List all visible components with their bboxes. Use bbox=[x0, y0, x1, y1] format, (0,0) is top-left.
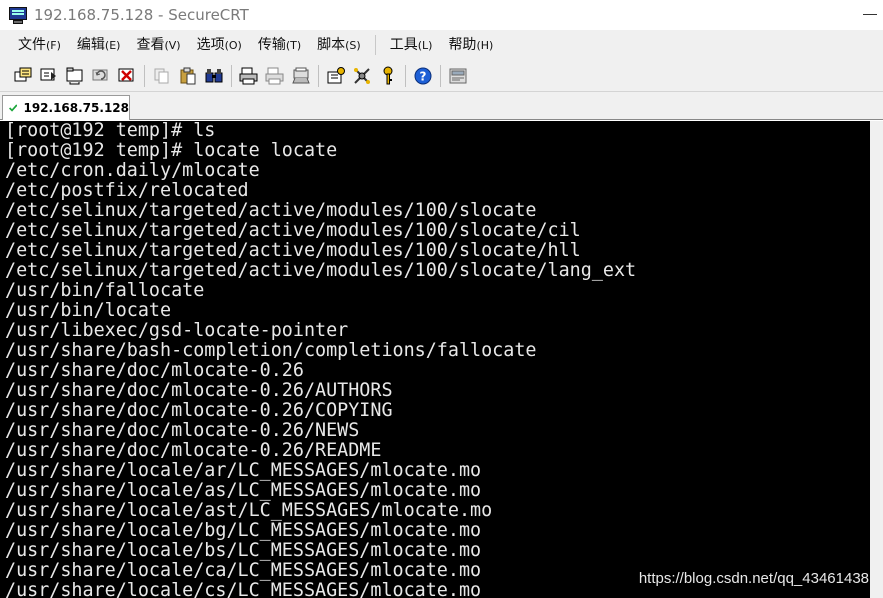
copy-icon[interactable] bbox=[150, 64, 174, 88]
menu-edit[interactable]: 编辑(E) bbox=[69, 33, 129, 57]
watermark: https://blog.csdn.net/qq_43461438 bbox=[638, 570, 869, 587]
terminal-line: /etc/selinux/targeted/active/modules/100… bbox=[5, 260, 637, 281]
terminal-output[interactable]: [root@192 temp]# ls [root@192 temp]# loca… bbox=[0, 121, 870, 598]
disconnect-icon[interactable] bbox=[115, 64, 139, 88]
terminal-line: /etc/selinux/targeted/active/modules/100… bbox=[5, 200, 537, 221]
terminal-line: /etc/cron.daily/mlocate bbox=[5, 160, 260, 181]
terminal-scrollbar[interactable] bbox=[870, 121, 883, 598]
session-tab-label: 192.168.75.128 bbox=[23, 101, 129, 115]
menu-file[interactable]: 文件(F) bbox=[10, 33, 69, 57]
toolbar-separator bbox=[144, 64, 145, 87]
toolbar-separator bbox=[405, 64, 406, 87]
terminal-line: /usr/share/doc/mlocate-0.26/README bbox=[5, 440, 382, 461]
help-icon[interactable]: ? bbox=[411, 64, 435, 88]
reconnect-icon[interactable] bbox=[89, 64, 113, 88]
terminal-line: [root@192 temp]# locate locate bbox=[5, 140, 338, 161]
window-title: 192.168.75.128 - SecureCRT bbox=[34, 6, 249, 24]
find-icon[interactable] bbox=[202, 64, 226, 88]
toolbar-separator bbox=[440, 64, 441, 87]
svg-text:?: ? bbox=[420, 69, 427, 83]
menu-view[interactable]: 查看(V) bbox=[128, 33, 188, 57]
sftp-icon[interactable] bbox=[446, 64, 470, 88]
print-icon[interactable] bbox=[237, 64, 261, 88]
check-icon bbox=[9, 104, 18, 112]
menu-help[interactable]: 帮助(H) bbox=[440, 33, 501, 57]
menu-tools[interactable]: 工具(L) bbox=[382, 33, 441, 57]
terminal-line: /usr/bin/locate bbox=[5, 300, 172, 321]
terminal-line: /usr/share/bash-completion/completions/f… bbox=[5, 340, 537, 361]
terminal-line: /etc/postfix/relocated bbox=[5, 180, 249, 201]
global-options-icon[interactable] bbox=[350, 64, 374, 88]
menu-options[interactable]: 选项(O) bbox=[189, 33, 250, 57]
toolbar-separator bbox=[318, 64, 319, 87]
terminal-line: /etc/selinux/targeted/active/modules/100… bbox=[5, 240, 581, 261]
paste-icon[interactable] bbox=[176, 64, 200, 88]
session-options-icon[interactable] bbox=[324, 64, 348, 88]
keymap-icon[interactable] bbox=[376, 64, 400, 88]
minimize-button[interactable] bbox=[863, 8, 877, 22]
terminal-line: /usr/share/locale/bg/LC_MESSAGES/mlocate… bbox=[5, 520, 482, 541]
terminal-line: /usr/bin/fallocate bbox=[5, 280, 205, 301]
connect-tab-icon[interactable] bbox=[63, 64, 87, 88]
terminal-line: /usr/share/doc/mlocate-0.26/AUTHORS bbox=[5, 380, 393, 401]
terminal-line: /usr/share/locale/ar/LC_MESSAGES/mlocate… bbox=[5, 460, 482, 481]
toolbar: ? bbox=[0, 60, 883, 92]
title-bar: 192.168.75.128 - SecureCRT bbox=[0, 0, 883, 30]
securecrt-app-icon bbox=[8, 5, 28, 25]
toolbar-separator bbox=[231, 64, 232, 87]
terminal-line: /usr/share/doc/mlocate-0.26 bbox=[5, 360, 304, 381]
terminal-line: /usr/share/doc/mlocate-0.26/COPYING bbox=[5, 400, 393, 421]
connect-icon[interactable] bbox=[11, 64, 35, 88]
print-setup-icon[interactable] bbox=[289, 64, 313, 88]
menu-script[interactable]: 脚本(S) bbox=[309, 33, 369, 57]
menu-transfer[interactable]: 传输(T) bbox=[250, 33, 309, 57]
quick-connect-icon[interactable] bbox=[37, 64, 61, 88]
menu-bar: 文件(F) 编辑(E) 查看(V) 选项(O) 传输(T) 脚本(S) 工具(L… bbox=[0, 30, 883, 60]
terminal-line: /usr/libexec/gsd-locate-pointer bbox=[5, 320, 349, 341]
terminal-line: [root@192 temp]# ls bbox=[5, 121, 216, 141]
terminal-line: /usr/share/doc/mlocate-0.26/NEWS bbox=[5, 420, 360, 441]
menu-separator bbox=[374, 35, 376, 55]
terminal-line: /etc/selinux/targeted/active/modules/100… bbox=[5, 220, 581, 241]
terminal-line: /usr/share/locale/bs/LC_MESSAGES/mlocate… bbox=[5, 540, 482, 561]
session-tab[interactable]: 192.168.75.128 bbox=[2, 95, 130, 120]
terminal-line: /usr/share/locale/as/LC_MESSAGES/mlocate… bbox=[5, 480, 482, 501]
print-selection-icon[interactable] bbox=[263, 64, 287, 88]
terminal-line: /usr/share/locale/ast/LC_MESSAGES/mlocat… bbox=[5, 500, 493, 521]
session-tab-bar: 192.168.75.128 bbox=[0, 92, 883, 120]
